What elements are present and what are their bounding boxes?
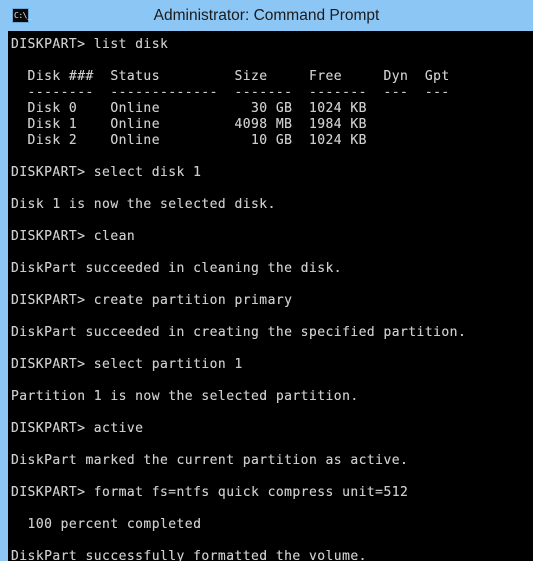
console-line: -------- ------------- ------- ------- -… — [11, 85, 450, 100]
console-line: DISKPART> create partition primary — [11, 293, 293, 308]
window-titlebar[interactable]: C:\_ Administrator: Command Prompt — [0, 0, 533, 31]
console-output-area[interactable]: DISKPART> list disk Disk ### Status Size… — [8, 31, 533, 561]
console-line: DISKPART> format fs=ntfs quick compress … — [11, 485, 409, 500]
console-line: DISKPART> select disk 1 — [11, 165, 202, 180]
console-line: DiskPart marked the current partition as… — [11, 453, 409, 468]
console-line: DiskPart succeeded in cleaning the disk. — [11, 261, 343, 276]
window-left-border — [0, 31, 8, 561]
console-line: DISKPART> select partition 1 — [11, 357, 243, 372]
console-line-list: DISKPART> list disk Disk ### Status Size… — [11, 37, 531, 561]
console-line: Disk 2 Online 10 GB 1024 KB — [11, 133, 367, 148]
console-line: 100 percent completed — [11, 517, 202, 532]
console-line: Disk 0 Online 30 GB 1024 KB — [11, 101, 367, 116]
window-title: Administrator: Command Prompt — [153, 7, 380, 24]
console-line: DISKPART> active — [11, 421, 144, 436]
console-line: DISKPART> list disk — [11, 37, 169, 52]
command-prompt-window: C:\_ Administrator: Command Prompt DISKP… — [0, 0, 533, 561]
console-line: DiskPart successfully formatted the volu… — [11, 549, 367, 561]
console-line: Disk ### Status Size Free Dyn Gpt — [11, 69, 450, 84]
console-line: Disk 1 is now the selected disk. — [11, 197, 276, 212]
console-line: DISKPART> clean — [11, 229, 136, 244]
console-line: DiskPart succeeded in creating the speci… — [11, 325, 467, 340]
console-line: Partition 1 is now the selected partitio… — [11, 389, 359, 404]
console-line: Disk 1 Online 4098 MB 1984 KB — [11, 117, 367, 132]
